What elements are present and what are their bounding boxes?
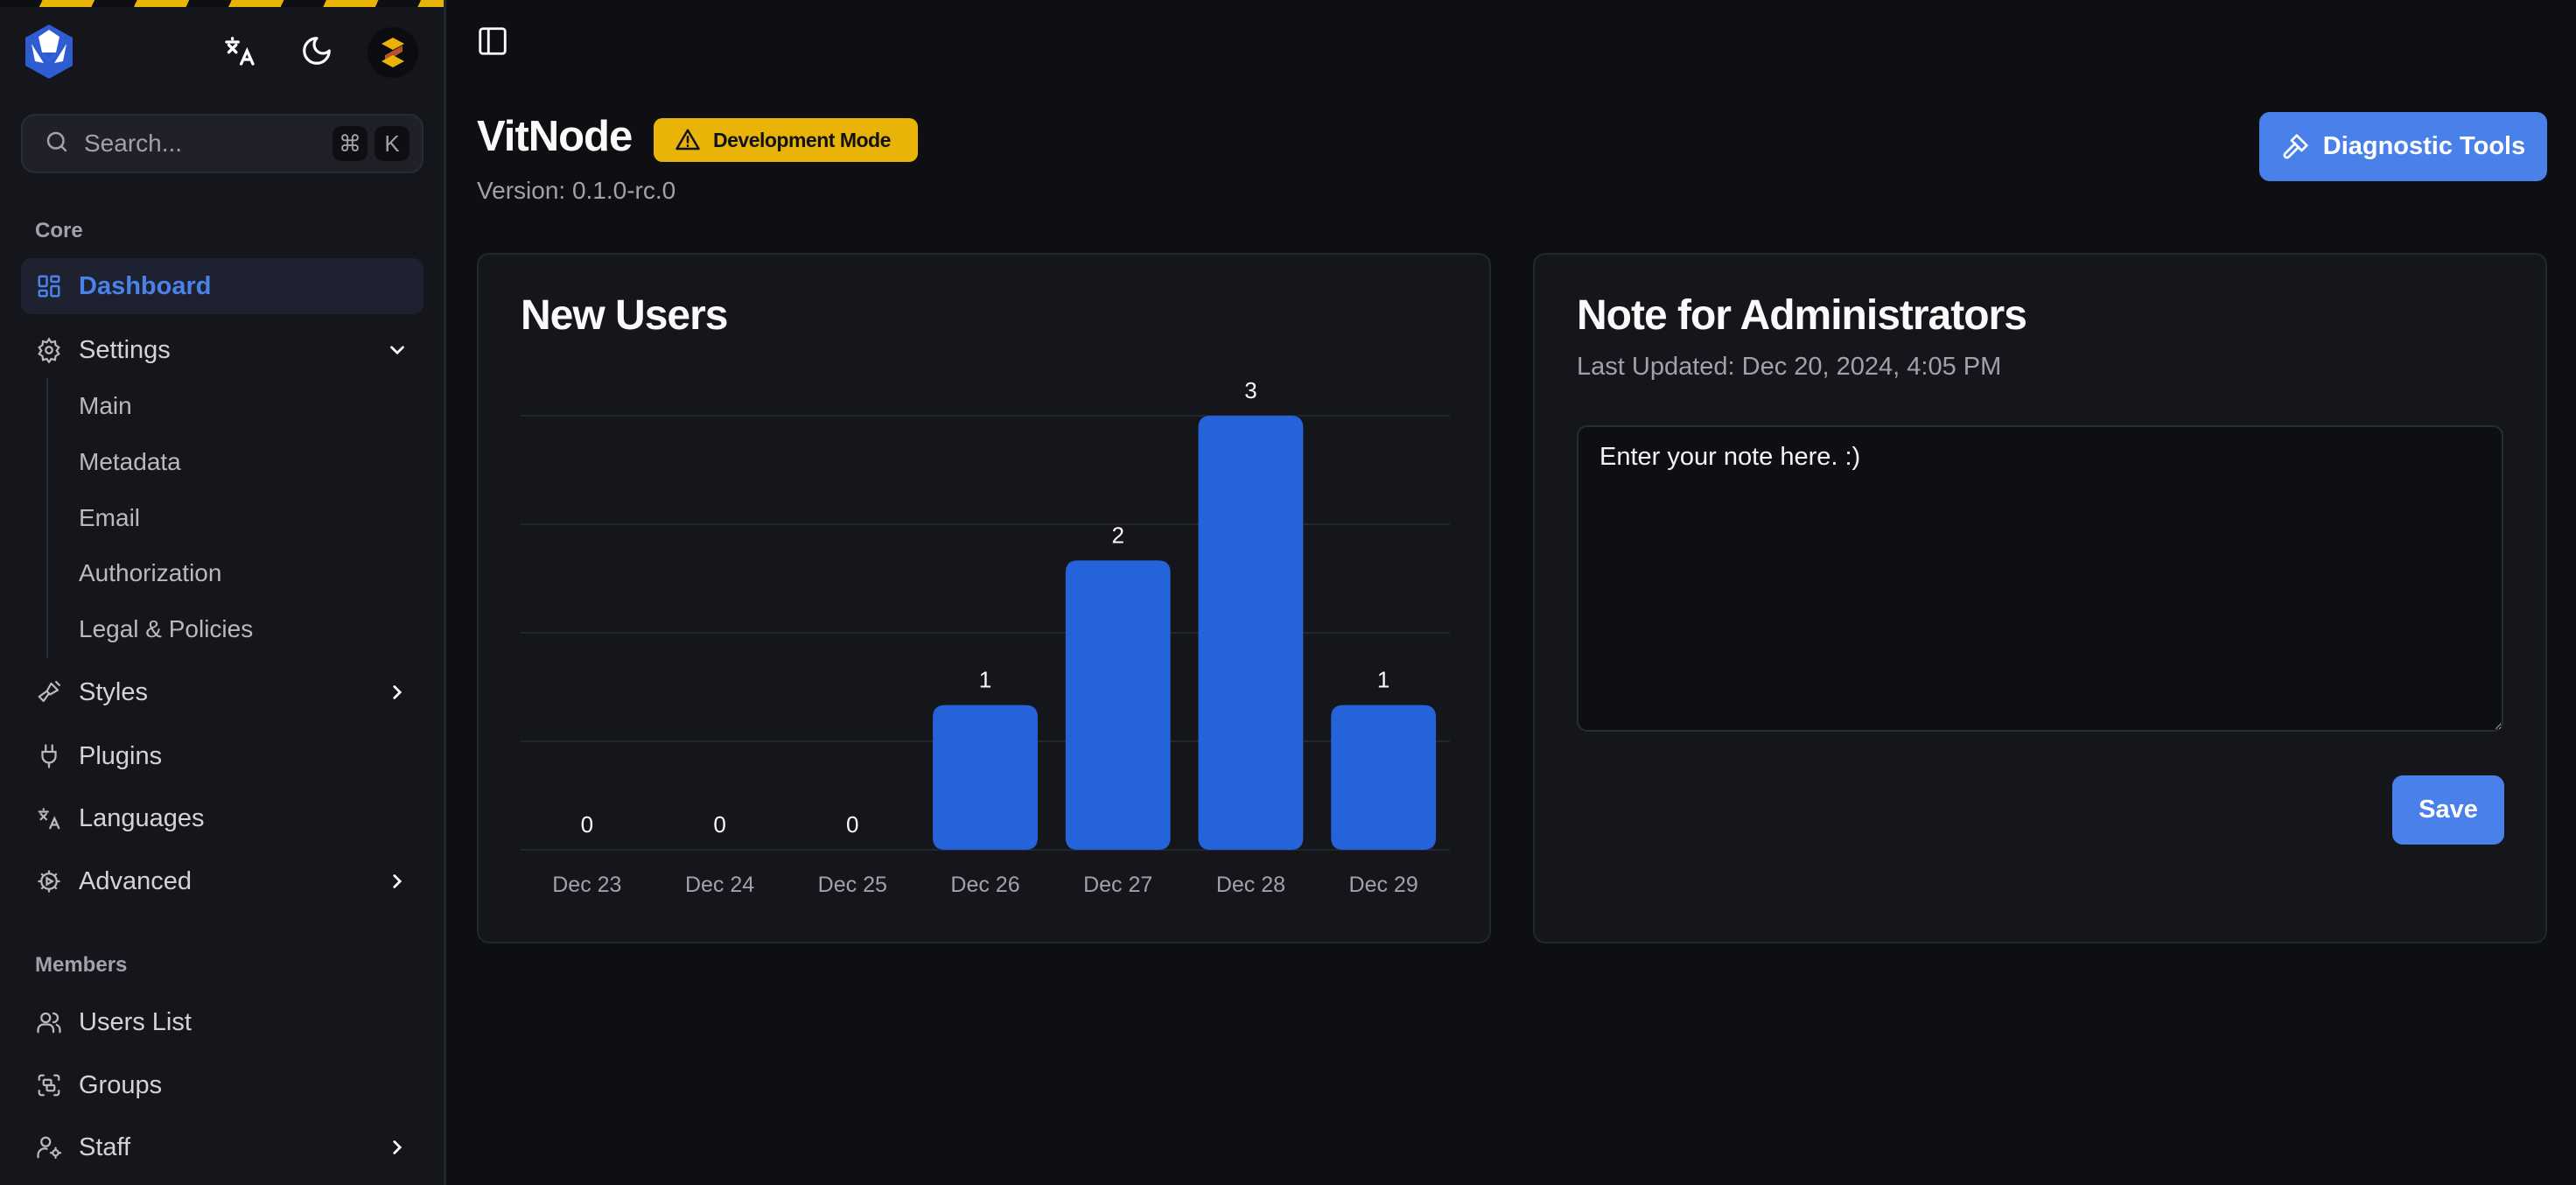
sidebar-item-settings[interactable]: Settings xyxy=(21,322,424,378)
sidebar-item-staff[interactable]: Staff xyxy=(21,1119,424,1175)
last-updated-text: Last Updated: Dec 20, 2024, 4:05 PM xyxy=(1577,353,2002,381)
chart-bar xyxy=(1331,705,1437,850)
hammer-icon xyxy=(2283,133,2308,158)
search-icon xyxy=(44,129,70,159)
chart-x-tick-label: Dec 28 xyxy=(1216,873,1285,897)
diagnostic-tools-button[interactable]: Diagnostic Tools xyxy=(2259,112,2547,181)
admin-note-card: Note for Administrators Last Updated: De… xyxy=(1533,253,2547,943)
chevron-right-icon xyxy=(383,678,411,706)
avatar[interactable] xyxy=(368,27,418,78)
section-label-members: Members xyxy=(35,953,128,977)
version-text: Version: 0.1.0-rc.0 xyxy=(477,177,676,204)
new-users-chart: 0 Dec 23 0 Dec 24 0 Dec 25 1 Dec 26 2 Dec 27 3 Dec … xyxy=(521,377,1450,897)
chart-data-label: 2 xyxy=(1111,522,1124,548)
gear-icon xyxy=(35,336,63,364)
sidebar-item-label: Settings xyxy=(79,335,171,364)
chart-data-label: 0 xyxy=(713,811,725,838)
chart-x-tick-label: Dec 29 xyxy=(1349,873,1418,897)
search-placeholder: Search... xyxy=(84,130,183,157)
chart-data-label: 1 xyxy=(1377,667,1390,693)
user-cog-icon xyxy=(35,1133,63,1161)
translate-icon xyxy=(35,804,63,832)
paintbrush-icon xyxy=(35,678,63,706)
section-label-core: Core xyxy=(35,219,83,242)
sidebar-item-label: Advanced xyxy=(79,866,192,895)
sidebar-item-label: Styles xyxy=(79,677,148,706)
chart-bar xyxy=(933,705,1038,850)
chart-data-label: 0 xyxy=(846,811,858,838)
sidebar-item-label: Dashboard xyxy=(79,271,212,300)
theme-toggle-button[interactable] xyxy=(296,32,338,74)
dashboard-icon xyxy=(35,272,63,300)
diagnostic-tools-label: Diagnostic Tools xyxy=(2322,132,2526,160)
chart-data-label: 1 xyxy=(979,667,991,693)
sidebar-subitem-metadata[interactable]: Metadata xyxy=(66,438,416,487)
warning-icon xyxy=(675,127,701,153)
sidebar: Search... ⌘ K Core Dashboard Settings Ma… xyxy=(0,0,446,1185)
language-switcher-button[interactable] xyxy=(219,32,261,74)
sidebar-item-users-list[interactable]: Users List xyxy=(21,994,424,1050)
moon-icon xyxy=(300,34,333,72)
save-button[interactable]: Save xyxy=(2392,775,2504,845)
search-input[interactable]: Search... ⌘ K xyxy=(21,114,424,173)
sidebar-item-label: Plugins xyxy=(79,741,163,770)
admin-note-title: Note for Administrators xyxy=(1577,292,2027,339)
shortcut-key-k: K xyxy=(374,126,410,161)
sidebar-item-dashboard[interactable]: Dashboard xyxy=(21,258,424,314)
vitnode-logo[interactable] xyxy=(23,23,75,81)
sidebar-item-advanced[interactable]: Advanced xyxy=(21,853,424,909)
sidebar-item-label: Users List xyxy=(79,1007,192,1036)
chart-x-tick-label: Dec 25 xyxy=(818,873,887,897)
submenu-guide-line xyxy=(46,378,48,658)
new-users-card: New Users 0 Dec 23 0 Dec 24 0 Dec 25 1 Dec 26 2 D… xyxy=(477,253,1491,943)
sidebar-toggle-icon xyxy=(476,25,509,62)
sidebar-subitem-authorization[interactable]: Authorization xyxy=(66,549,416,598)
sidebar-subitem-email[interactable]: Email xyxy=(66,494,416,543)
plug-icon xyxy=(35,742,63,770)
sidebar-item-label: Groups xyxy=(79,1070,163,1099)
sidebar-item-styles[interactable]: Styles xyxy=(21,664,424,720)
users-icon xyxy=(35,1008,63,1036)
sidebar-item-languages[interactable]: Languages xyxy=(21,790,424,846)
sidebar-subitem-legal-policies[interactable]: Legal & Policies xyxy=(66,605,416,654)
chart-bar xyxy=(1198,416,1304,850)
sidebar-item-groups[interactable]: Groups xyxy=(21,1057,424,1113)
chart-data-label: 3 xyxy=(1244,377,1256,403)
chart-bar xyxy=(1065,560,1171,850)
main-content: VitNode Development Mode Version: 0.1.0-… xyxy=(446,0,2576,1185)
chart-x-tick-label: Dec 24 xyxy=(685,873,754,897)
sidebar-subitem-main[interactable]: Main xyxy=(66,382,416,431)
group-icon xyxy=(35,1071,63,1099)
sidebar-item-label: Staff xyxy=(79,1132,131,1161)
development-mode-badge: Development Mode xyxy=(654,118,918,162)
cog-play-icon xyxy=(35,867,63,895)
admin-note-textarea[interactable] xyxy=(1577,425,2503,732)
sidebar-item-label: Languages xyxy=(79,803,205,832)
chart-data-label: 0 xyxy=(581,811,593,838)
chart-x-tick-label: Dec 26 xyxy=(950,873,1019,897)
dev-mode-stripe xyxy=(0,0,444,7)
chevron-right-icon xyxy=(383,867,411,895)
sidebar-item-plugins[interactable]: Plugins xyxy=(21,728,424,784)
chart-x-tick-label: Dec 27 xyxy=(1083,873,1152,897)
translate-icon xyxy=(222,33,257,73)
chart-x-tick-label: Dec 23 xyxy=(552,873,621,897)
toggle-sidebar-button[interactable] xyxy=(472,23,513,63)
chevron-down-icon xyxy=(383,336,411,364)
shortcut-key-cmd: ⌘ xyxy=(332,126,368,161)
page-title: VitNode xyxy=(477,113,633,160)
badge-label: Development Mode xyxy=(713,128,891,151)
chevron-right-icon xyxy=(383,1133,411,1161)
